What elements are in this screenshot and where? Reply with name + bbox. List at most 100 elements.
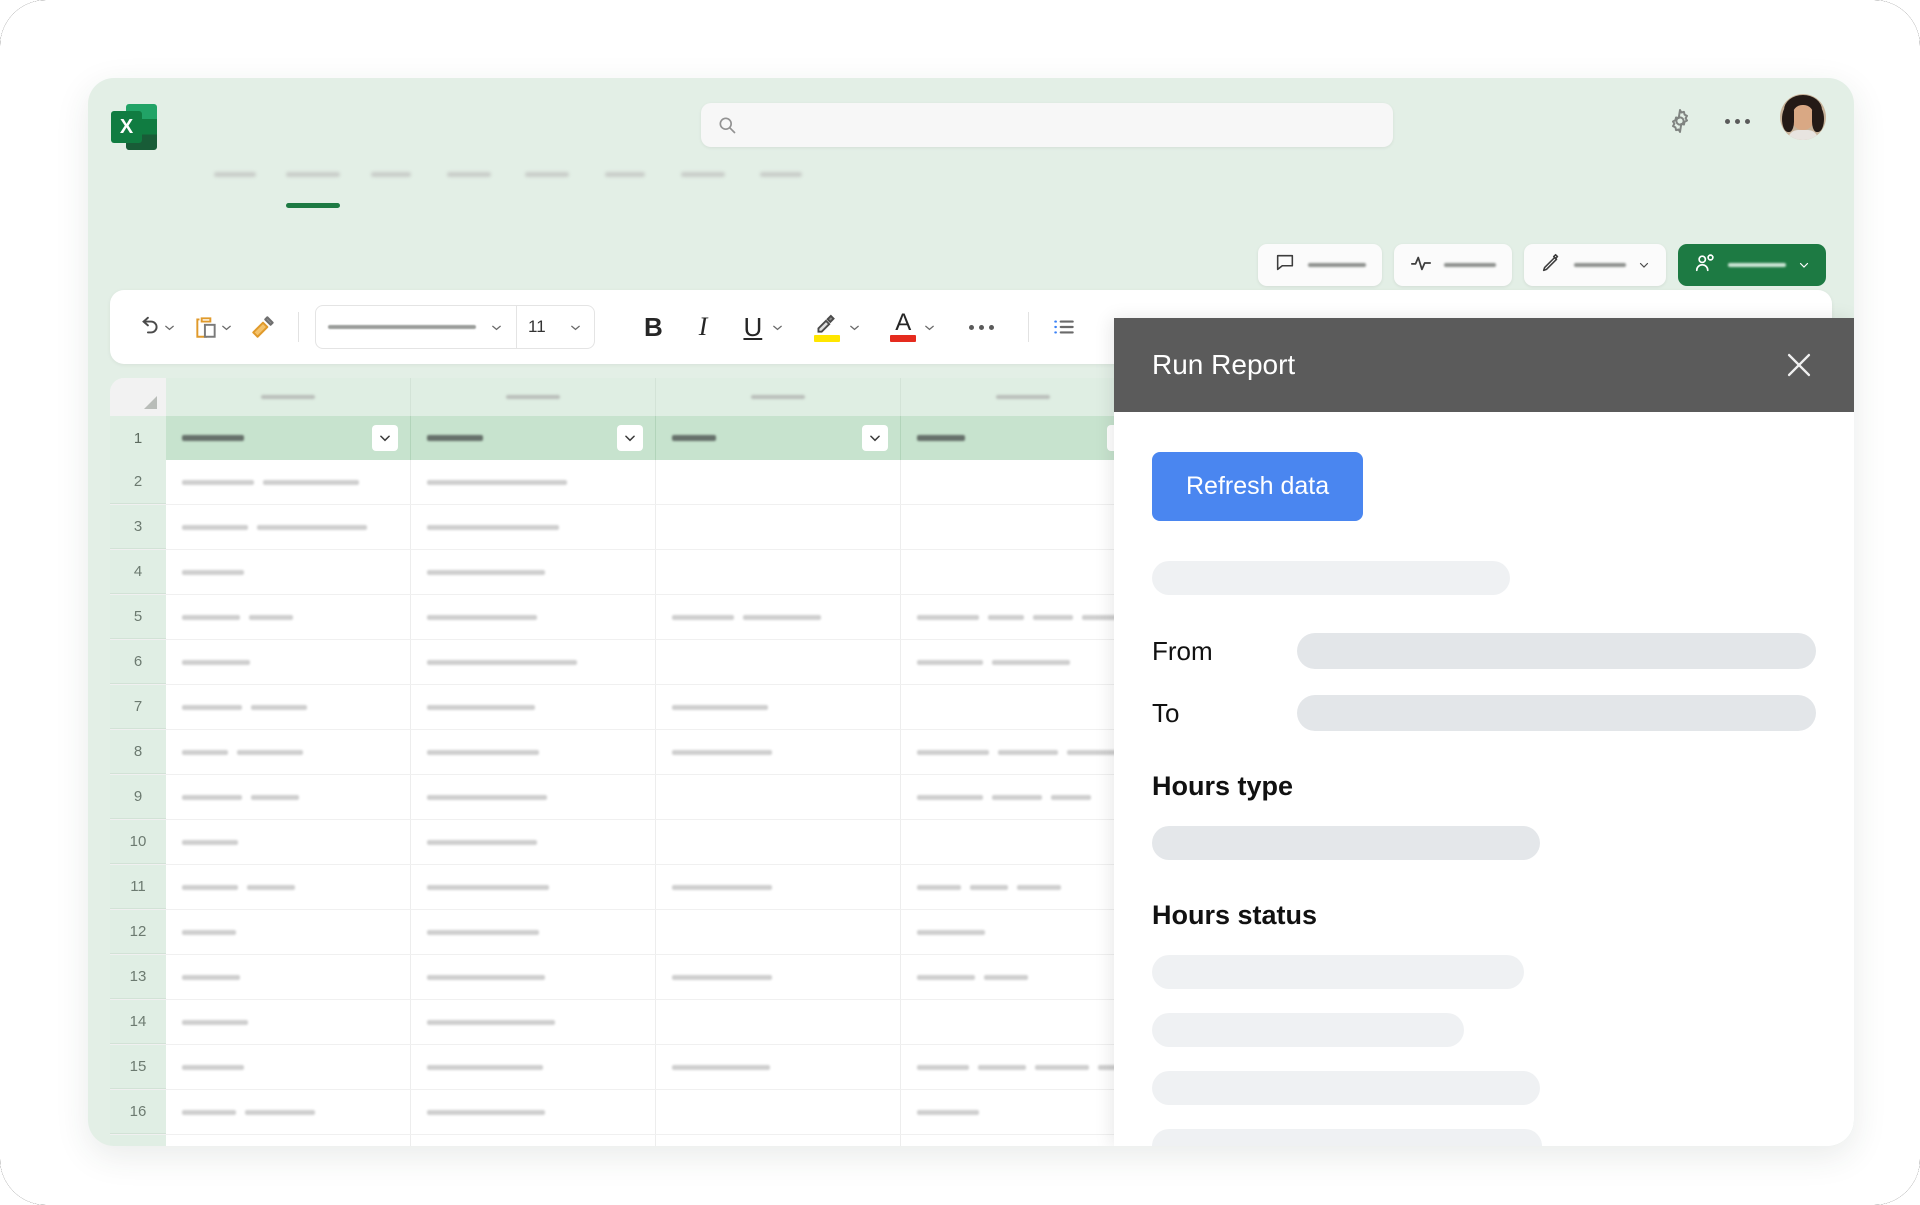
ribbon-tab-1[interactable]: [274, 166, 352, 200]
grid-cell[interactable]: [656, 550, 901, 594]
grid-cell[interactable]: [411, 730, 656, 774]
grid-cell[interactable]: [166, 775, 411, 819]
hours-status-option-2[interactable]: [1152, 1071, 1540, 1105]
excel-logo[interactable]: X: [111, 104, 157, 150]
grid-cell[interactable]: [411, 1090, 656, 1134]
grid-cell[interactable]: [166, 865, 411, 909]
grid-cell[interactable]: [901, 460, 1146, 504]
row-number[interactable]: 3: [110, 505, 166, 549]
ribbon-tab-2[interactable]: [352, 166, 430, 200]
grid-cell[interactable]: [166, 505, 411, 549]
filter-dropdown-icon[interactable]: [862, 425, 888, 451]
bullet-list-button[interactable]: [1045, 305, 1083, 349]
grid-cell[interactable]: [656, 1000, 901, 1044]
row-number[interactable]: 16: [110, 1090, 166, 1134]
grid-cell[interactable]: [901, 640, 1146, 684]
grid-cell[interactable]: [166, 955, 411, 999]
row-number[interactable]: 1: [110, 416, 166, 460]
grid-cell[interactable]: [656, 1045, 901, 1089]
filter-dropdown-icon[interactable]: [372, 425, 398, 451]
row-number[interactable]: 13: [110, 955, 166, 999]
grid-cell[interactable]: [411, 820, 656, 864]
font-name-select[interactable]: [316, 306, 516, 348]
search-input[interactable]: [747, 117, 1377, 134]
ribbon-tab-7[interactable]: [742, 166, 820, 200]
row-number[interactable]: 6: [110, 640, 166, 684]
grid-cell[interactable]: [166, 460, 411, 504]
grid-cell[interactable]: [656, 910, 901, 954]
grid-cell[interactable]: [166, 820, 411, 864]
to-input[interactable]: [1297, 695, 1816, 731]
grid-cell[interactable]: [901, 910, 1146, 954]
row-number[interactable]: 8: [110, 730, 166, 774]
hours-status-option-3[interactable]: [1152, 1129, 1542, 1146]
ribbon-tab-6[interactable]: [664, 166, 742, 200]
column-header-0[interactable]: [166, 378, 411, 416]
grid-cell[interactable]: [901, 1045, 1146, 1089]
row-number[interactable]: 14: [110, 1000, 166, 1044]
grid-cell[interactable]: [656, 505, 901, 549]
underline-button[interactable]: U: [727, 305, 795, 349]
grid-cell[interactable]: [901, 730, 1146, 774]
grid-cell[interactable]: [901, 595, 1146, 639]
editing-button[interactable]: [1524, 244, 1666, 286]
grid-cell[interactable]: [411, 910, 656, 954]
grid-cell[interactable]: [656, 955, 901, 999]
highlight-color-button[interactable]: [799, 305, 872, 349]
italic-button[interactable]: I: [683, 305, 724, 349]
search-bar[interactable]: [701, 103, 1393, 147]
user-avatar[interactable]: [1780, 94, 1826, 140]
row-number[interactable]: 4: [110, 550, 166, 594]
header-cell-2[interactable]: [656, 416, 901, 460]
format-painter-button[interactable]: [244, 305, 282, 349]
row-number[interactable]: 11: [110, 865, 166, 909]
grid-cell[interactable]: [656, 640, 901, 684]
ellipsis-icon[interactable]: [1725, 106, 1750, 136]
grid-cell[interactable]: [166, 685, 411, 729]
ribbon-tab-4[interactable]: [508, 166, 586, 200]
row-number[interactable]: 2: [110, 460, 166, 504]
undo-button[interactable]: [130, 305, 183, 349]
grid-cell[interactable]: [901, 505, 1146, 549]
row-number[interactable]: 17: [110, 1135, 166, 1146]
font-color-button[interactable]: A: [876, 305, 947, 349]
grid-cell[interactable]: [166, 640, 411, 684]
grid-cell[interactable]: [901, 865, 1146, 909]
grid-cell[interactable]: [901, 1000, 1146, 1044]
grid-cell[interactable]: [901, 955, 1146, 999]
grid-cell[interactable]: [656, 865, 901, 909]
grid-cell[interactable]: [901, 820, 1146, 864]
grid-cell[interactable]: [411, 865, 656, 909]
grid-cell[interactable]: [166, 1135, 411, 1146]
grid-cell[interactable]: [166, 1090, 411, 1134]
grid-cell[interactable]: [166, 910, 411, 954]
column-header-3[interactable]: [901, 378, 1146, 416]
grid-cell[interactable]: [166, 1000, 411, 1044]
row-number[interactable]: 7: [110, 685, 166, 729]
grid-cell[interactable]: [411, 640, 656, 684]
row-number[interactable]: 5: [110, 595, 166, 639]
ribbon-tab-5[interactable]: [586, 166, 664, 200]
close-icon[interactable]: [1782, 348, 1816, 382]
grid-cell[interactable]: [411, 460, 656, 504]
more-format-button[interactable]: [951, 305, 1012, 349]
grid-cell[interactable]: [411, 550, 656, 594]
row-number[interactable]: 12: [110, 910, 166, 954]
grid-cell[interactable]: [901, 775, 1146, 819]
grid-cell[interactable]: [411, 775, 656, 819]
grid-cell[interactable]: [656, 730, 901, 774]
select-all-corner[interactable]: [110, 378, 166, 416]
grid-cell[interactable]: [901, 550, 1146, 594]
grid-cell[interactable]: [656, 820, 901, 864]
hours-status-option-0[interactable]: [1152, 955, 1524, 989]
row-number[interactable]: 10: [110, 820, 166, 864]
refresh-data-button[interactable]: Refresh data: [1152, 452, 1363, 521]
bold-button[interactable]: B: [628, 305, 679, 349]
from-input[interactable]: [1297, 633, 1816, 669]
grid-cell[interactable]: [411, 595, 656, 639]
grid-cell[interactable]: [656, 1135, 901, 1146]
grid-cell[interactable]: [411, 685, 656, 729]
grid-cell[interactable]: [411, 1135, 656, 1146]
grid-cell[interactable]: [656, 460, 901, 504]
grid-cell[interactable]: [166, 1045, 411, 1089]
